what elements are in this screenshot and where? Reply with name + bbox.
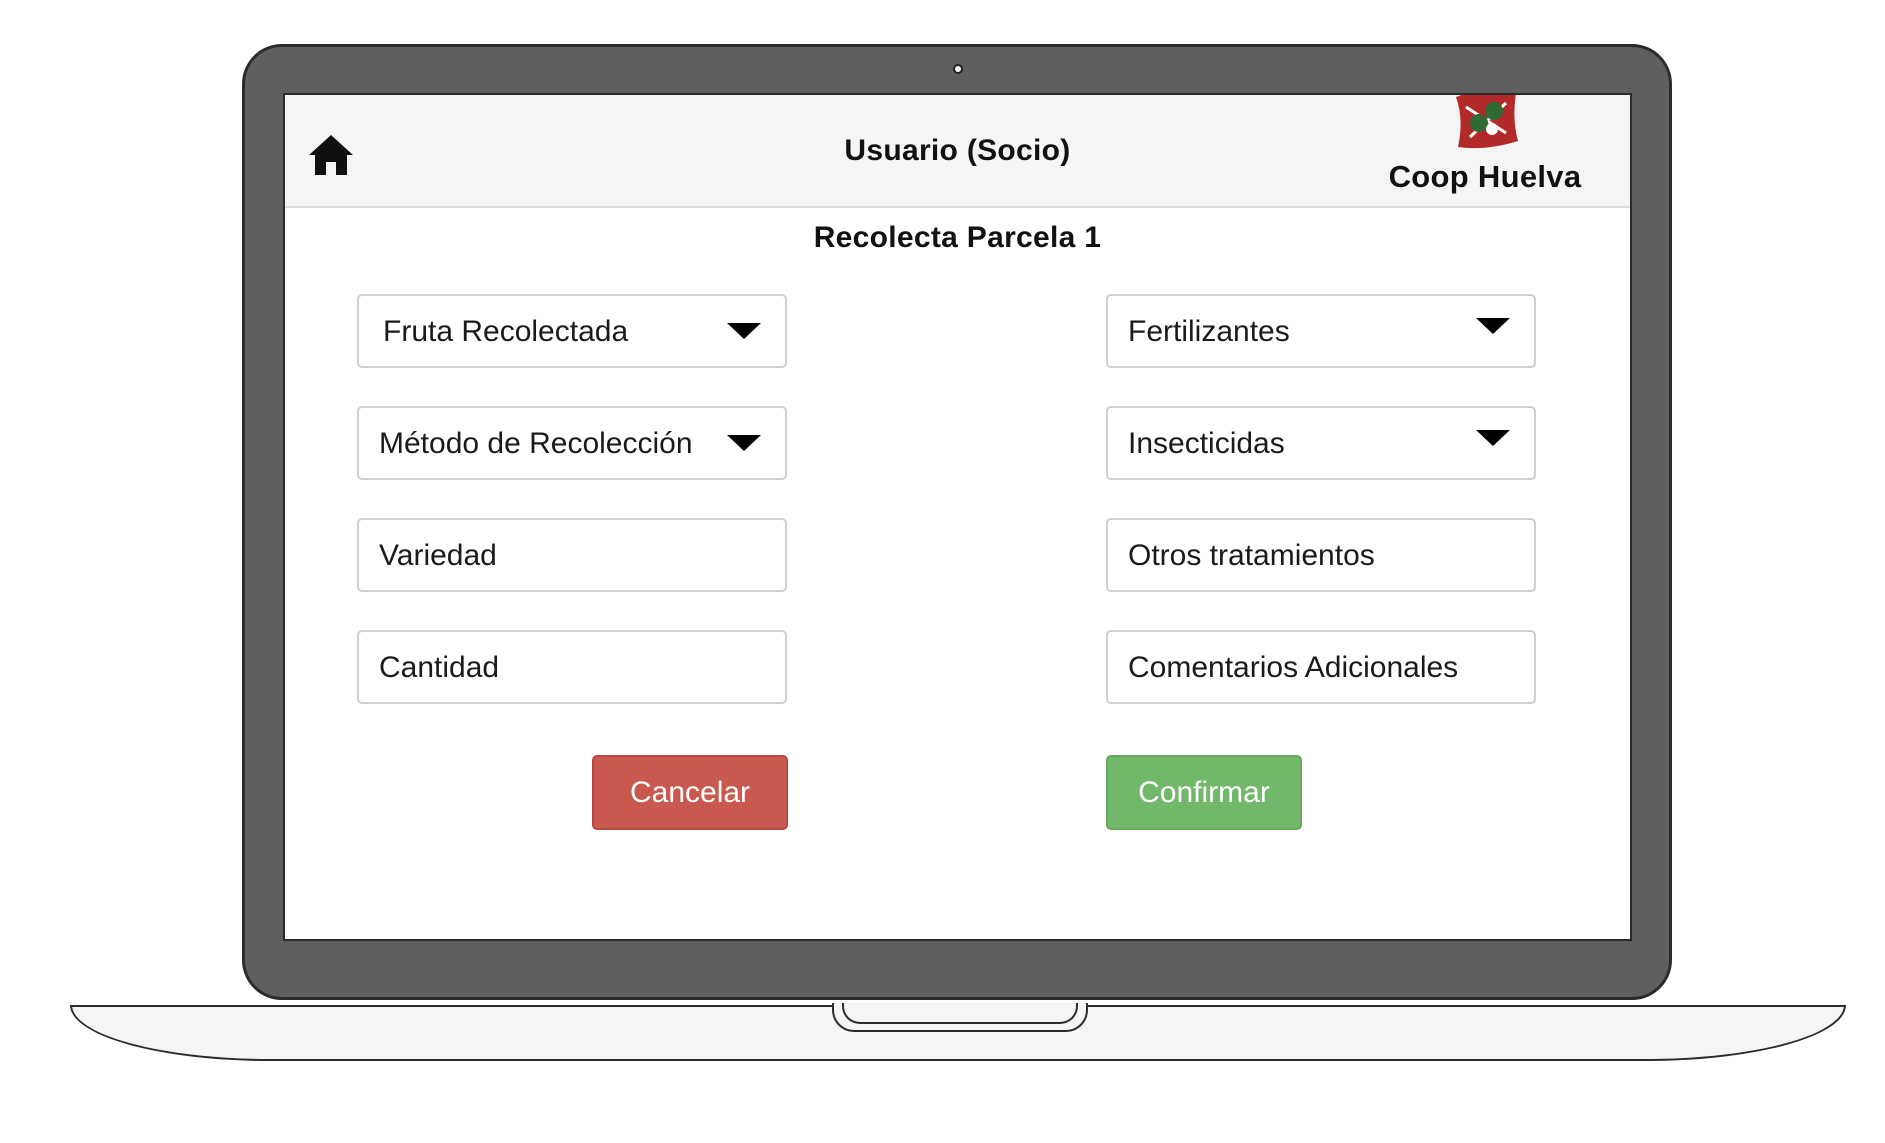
field-label: Comentarios Adicionales — [1128, 651, 1459, 684]
fertilizantes-dropdown[interactable]: Fertilizantes — [1106, 294, 1536, 368]
coop-huelva-logo — [1452, 95, 1520, 149]
app-header: Usuario (Socio) Coop Huelva — [285, 95, 1630, 208]
metodo-recoleccion-dropdown[interactable]: Método de Recolección — [357, 406, 787, 480]
fruta-recolectada-dropdown[interactable]: Fruta Recolectada — [357, 294, 787, 368]
field-label: Cantidad — [379, 651, 500, 684]
field-label: Método de Recolección — [379, 427, 693, 460]
field-label: Fruta Recolectada — [383, 315, 629, 348]
app-screen: Usuario (Socio) Coop Huelva Recolecta Pa… — [283, 93, 1632, 941]
page-title: Recolecta Parcela 1 — [813, 221, 1102, 254]
variedad-input[interactable]: Variedad — [357, 518, 787, 592]
comentarios-adicionales-input[interactable]: Comentarios Adicionales — [1106, 630, 1536, 704]
laptop-camera — [953, 64, 963, 74]
chevron-down-icon — [1476, 318, 1510, 334]
laptop-notch-inner — [842, 1003, 1078, 1024]
field-label: Otros tratamientos — [1128, 539, 1375, 572]
field-label: Fertilizantes — [1128, 315, 1290, 348]
confirm-button[interactable]: Confirmar — [1106, 755, 1302, 830]
cantidad-input[interactable]: Cantidad — [357, 630, 787, 704]
field-label: Insecticidas — [1128, 427, 1285, 460]
insecticidas-dropdown[interactable]: Insecticidas — [1106, 406, 1536, 480]
chevron-down-icon — [727, 323, 761, 339]
otros-tratamientos-input[interactable]: Otros tratamientos — [1106, 518, 1536, 592]
cancel-button[interactable]: Cancelar — [592, 755, 788, 830]
brand-name: Coop Huelva — [1388, 159, 1582, 194]
chevron-down-icon — [1476, 430, 1510, 446]
field-label: Variedad — [379, 539, 497, 572]
chevron-down-icon — [727, 435, 761, 451]
